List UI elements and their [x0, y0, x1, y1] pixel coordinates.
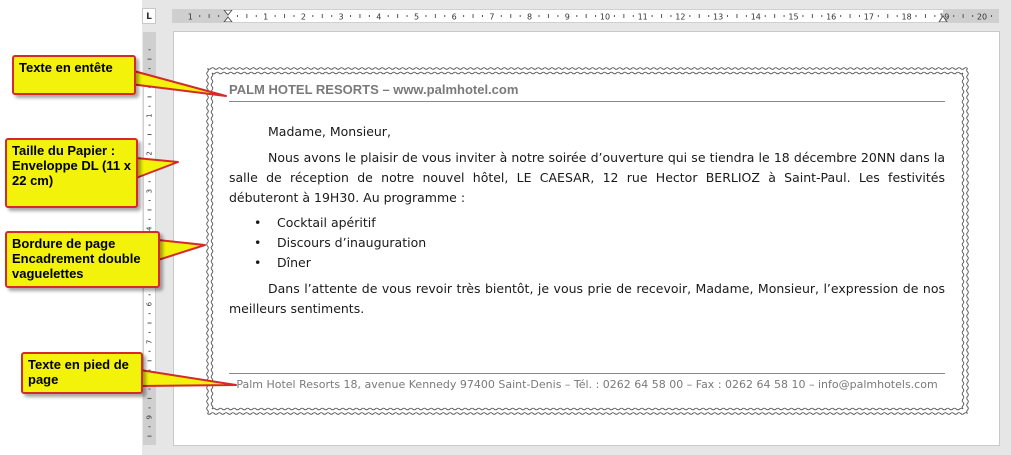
callout-footer-text: Texte en pied de page: [21, 352, 143, 394]
callout-pointer-border: [157, 239, 206, 261]
callout-label: Taille du Papier : Enveloppe DL (11 x 22…: [12, 143, 131, 188]
callout-label: Bordure de page Encadrement double vague…: [12, 236, 141, 281]
callout-header-text: Texte en entête: [12, 55, 136, 95]
callout-label: Texte en entête: [19, 60, 113, 75]
callout-pointer-footer: [139, 369, 237, 387]
callout-label: Texte en pied de page: [28, 357, 129, 387]
callout-pointer-paper: [135, 157, 179, 179]
callout-pointer-header: [129, 69, 227, 97]
callout-paper-size: Taille du Papier : Enveloppe DL (11 x 22…: [5, 138, 138, 208]
callout-page-border: Bordure de page Encadrement double vague…: [5, 231, 160, 288]
callout-pointers: [129, 69, 237, 387]
